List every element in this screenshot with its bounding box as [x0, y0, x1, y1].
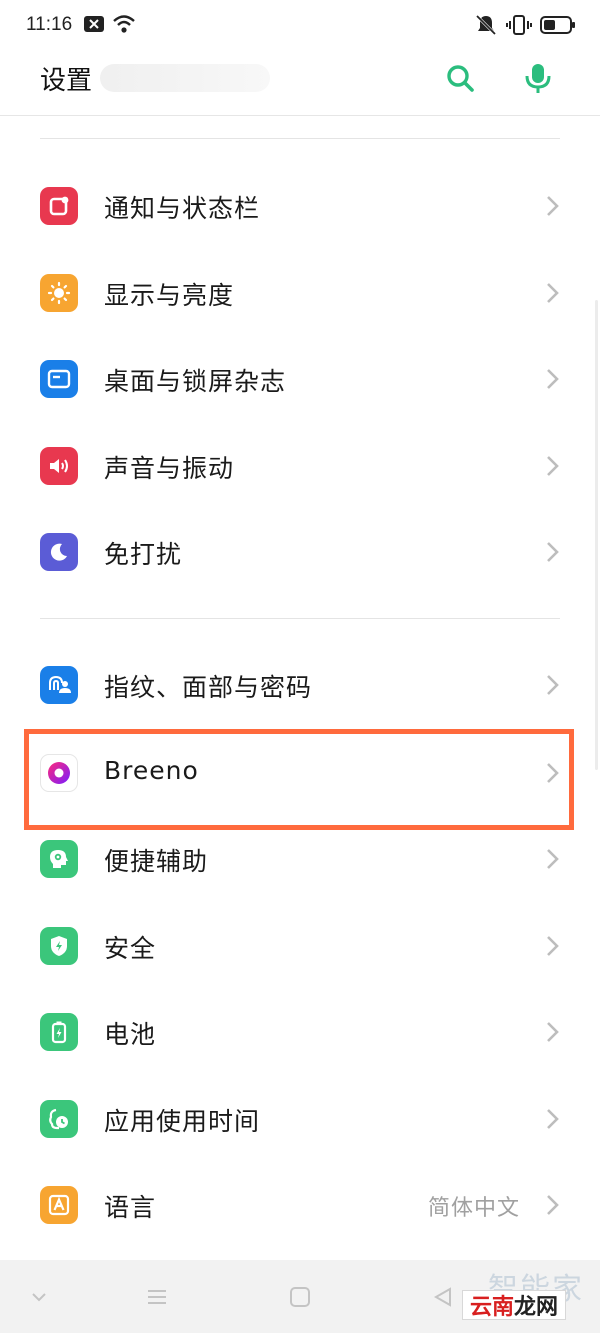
vibrate-icon [506, 13, 532, 41]
settings-item-label: 声音与振动 [104, 454, 235, 483]
chevron-right-icon [547, 675, 559, 695]
search-icon [447, 65, 474, 92]
voice-search-button[interactable] [520, 60, 556, 96]
wallpaper-icon [40, 360, 78, 398]
settings-item-label: 指纹、面部与密码 [104, 673, 313, 702]
page-title: 设置 [40, 66, 93, 96]
chevron-down-icon [32, 1293, 46, 1302]
settings-item-label: 免打扰 [104, 540, 183, 569]
settings-item-display[interactable]: 显示与亮度 [0, 250, 600, 336]
settings-item-fingerprint[interactable]: 指纹、面部与密码 [0, 642, 600, 728]
chevron-right-icon [547, 369, 559, 389]
chevron-right-icon [547, 542, 559, 562]
settings-item-label: 便捷辅助 [104, 847, 209, 876]
chevron-right-icon [547, 936, 559, 956]
microphone-icon [525, 64, 551, 93]
settings-item-notifications[interactable]: 通知与状态栏 [0, 163, 600, 249]
home-icon [290, 1287, 310, 1307]
silent-icon [474, 13, 498, 41]
chevron-right-icon [547, 283, 559, 303]
status-time: 11:16 [26, 14, 73, 35]
settings-item-app-usage[interactable]: 应用使用时间 [0, 1076, 600, 1162]
notification-muted-icon [84, 15, 104, 37]
settings-item-label: 安全 [104, 934, 157, 963]
menu-icon [148, 1290, 166, 1304]
shield-icon [40, 927, 78, 965]
moon-icon [40, 533, 78, 571]
settings-item-label: 显示与亮度 [104, 281, 235, 310]
volume-icon [40, 447, 78, 485]
back-button[interactable] [428, 1282, 458, 1312]
settings-item-wallpaper[interactable]: 桌面与锁屏杂志 [0, 336, 600, 422]
settings-item-sound[interactable]: 声音与振动 [0, 423, 600, 509]
section-divider [40, 618, 560, 619]
search-button[interactable] [442, 60, 478, 96]
brightness-icon [40, 274, 78, 312]
wifi-icon [112, 14, 136, 38]
watermark-dark-text: 龙网 [514, 1295, 559, 1320]
settings-item-label: 语言 [104, 1193, 157, 1222]
chevron-right-icon [547, 1022, 559, 1042]
blurred-search-hint [100, 64, 270, 92]
fingerprint-icon [40, 666, 78, 704]
watermark-red-text: 云南 [469, 1295, 514, 1320]
battery-icon [540, 15, 576, 39]
back-icon [433, 1287, 451, 1307]
settings-item-do-not-disturb[interactable]: 免打扰 [0, 509, 600, 595]
battery-icon [40, 1013, 78, 1051]
section-divider [40, 138, 560, 139]
current-language-value: 简体中文 [427, 1196, 520, 1221]
assist-icon [40, 840, 78, 878]
notification-icon [40, 187, 78, 225]
chevron-right-icon [547, 456, 559, 476]
chevron-right-icon [547, 849, 559, 869]
chevron-right-icon [547, 196, 559, 216]
settings-item-label: 通知与状态栏 [104, 194, 261, 223]
settings-item-battery[interactable]: 电池 [0, 989, 600, 1075]
language-icon [40, 1186, 78, 1224]
menu-button[interactable] [142, 1282, 172, 1312]
settings-item-security[interactable]: 安全 [0, 903, 600, 989]
scrollbar[interactable] [595, 300, 598, 770]
app-header: 设置 [0, 52, 600, 116]
chevron-right-icon [547, 1109, 559, 1129]
home-button[interactable] [285, 1282, 315, 1312]
status-bar: 11:16 [0, 0, 600, 52]
chevron-right-icon [547, 1195, 559, 1215]
highlight-box [24, 729, 574, 830]
settings-item-label: 应用使用时间 [104, 1107, 261, 1136]
settings-item-label: 电池 [104, 1020, 157, 1049]
settings-item-label: 桌面与锁屏杂志 [104, 367, 287, 396]
settings-item-language[interactable]: 语言 简体中文 [0, 1162, 600, 1248]
app-usage-icon [40, 1100, 78, 1138]
hide-nav-button[interactable] [24, 1282, 54, 1312]
watermark-logo: 云南 龙网 [462, 1290, 566, 1320]
